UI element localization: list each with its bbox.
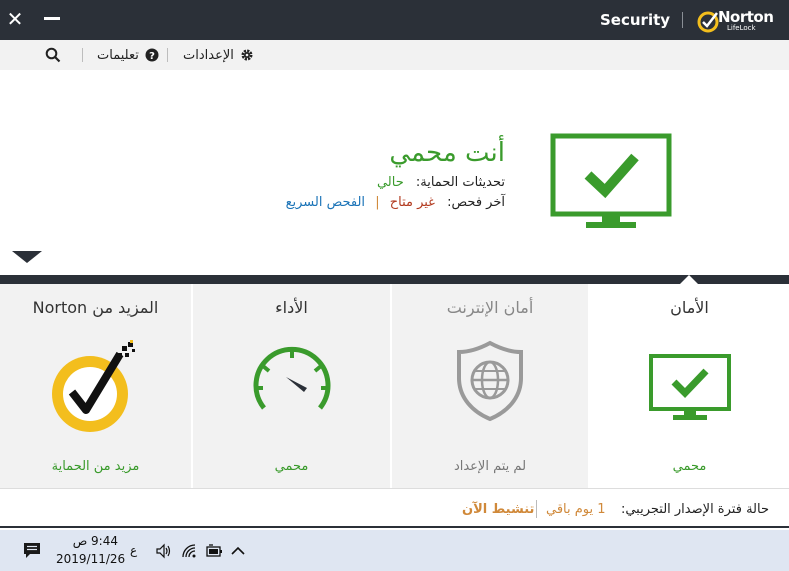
menu-bar: ? تعليمات الإعدادات: [0, 40, 789, 70]
speedometer-icon: [253, 346, 330, 410]
minimize-button[interactable]: [44, 17, 60, 20]
monitor-check-icon: [648, 354, 731, 420]
quick-scan-link[interactable]: الفحص السريع: [286, 195, 365, 210]
clock-date[interactable]: 2019/11/26: [56, 552, 125, 566]
menu-divider: [167, 48, 168, 62]
norton-check-icon: [51, 340, 135, 432]
collapse-toggle[interactable]: [12, 251, 42, 263]
tile-title: أمان الإنترنت: [446, 298, 534, 317]
shield-globe-icon: [457, 340, 523, 422]
tile-performance[interactable]: الأداء محمي: [193, 284, 390, 488]
feature-tiles: المزيد من Norton مزيد من الحماية الأداء …: [0, 284, 789, 488]
search-icon[interactable]: [45, 47, 61, 63]
settings-menu[interactable]: الإعدادات: [183, 46, 254, 64]
tile-status: مزيد من الحماية: [51, 459, 140, 474]
menu-divider: [82, 48, 83, 62]
network-icon[interactable]: [181, 543, 199, 559]
updates-row: تحديثات الحماية: حالي: [377, 175, 505, 190]
close-icon: ✕: [6, 7, 24, 31]
window-bottom-border: [0, 526, 789, 528]
settings-label: الإعدادات: [183, 47, 234, 63]
app-title: Security: [600, 11, 671, 29]
tile-more-norton[interactable]: المزيد من Norton مزيد من الحماية: [0, 284, 191, 488]
last-scan-row: آخر فحص: غير متاح | الفحص السريع: [286, 195, 505, 210]
chevron-up-icon[interactable]: [229, 543, 247, 559]
tile-security[interactable]: الأمان محمي: [590, 284, 789, 488]
help-icon: ?: [145, 48, 159, 62]
last-scan-label: آخر فحص:: [447, 195, 505, 210]
section-divider: [0, 275, 789, 284]
input-language[interactable]: ع: [130, 543, 137, 557]
activate-now-link[interactable]: تنشيط الآن: [462, 502, 534, 517]
updates-label: تحديثات الحماية:: [415, 175, 505, 190]
help-label: تعليمات: [97, 47, 139, 63]
help-menu[interactable]: ? تعليمات: [97, 46, 159, 64]
trial-status-label: حالة فترة الإصدار التجريبي:: [620, 502, 769, 517]
updates-value: حالي: [376, 175, 404, 190]
windows-taskbar: 9:44 ص 2019/11/26 ع: [0, 530, 789, 571]
title-divider: [682, 12, 683, 28]
trial-divider: [536, 500, 537, 518]
brand-sub: LifeLock: [727, 24, 756, 32]
tile-status: محمي: [672, 459, 707, 474]
last-scan-value: غير متاح: [389, 195, 435, 210]
protection-status-title: أنت محمي: [389, 138, 505, 168]
trial-status-bar: حالة فترة الإصدار التجريبي: 1 يوم باقي ت…: [0, 488, 789, 528]
active-tile-pointer: [680, 275, 698, 284]
close-button[interactable]: ✕: [5, 8, 25, 30]
tile-internet-security[interactable]: أمان الإنترنت لم يتم الإعداد: [392, 284, 588, 488]
scan-divider: |: [375, 195, 380, 210]
tile-title: الأداء: [275, 298, 308, 317]
gear-icon: [241, 49, 253, 61]
battery-icon[interactable]: [205, 543, 223, 559]
tile-title: المزيد من Norton: [32, 298, 159, 317]
trial-days-left: 1 يوم باقي: [546, 502, 606, 517]
clock-time[interactable]: 9:44 ص: [62, 534, 118, 548]
tile-title: الأمان: [670, 298, 709, 317]
title-bar: ✕ Security Norton LifeLock: [0, 0, 789, 40]
tile-status: محمي: [274, 459, 309, 474]
notification-center-icon[interactable]: [22, 542, 42, 560]
monitor-check-icon: [550, 133, 672, 228]
tile-status: لم يتم الإعداد: [453, 459, 527, 474]
status-hero: أنت محمي تحديثات الحماية: حالي آخر فحص: …: [0, 70, 789, 275]
svg-text:?: ?: [149, 51, 155, 62]
volume-icon[interactable]: [155, 543, 173, 559]
